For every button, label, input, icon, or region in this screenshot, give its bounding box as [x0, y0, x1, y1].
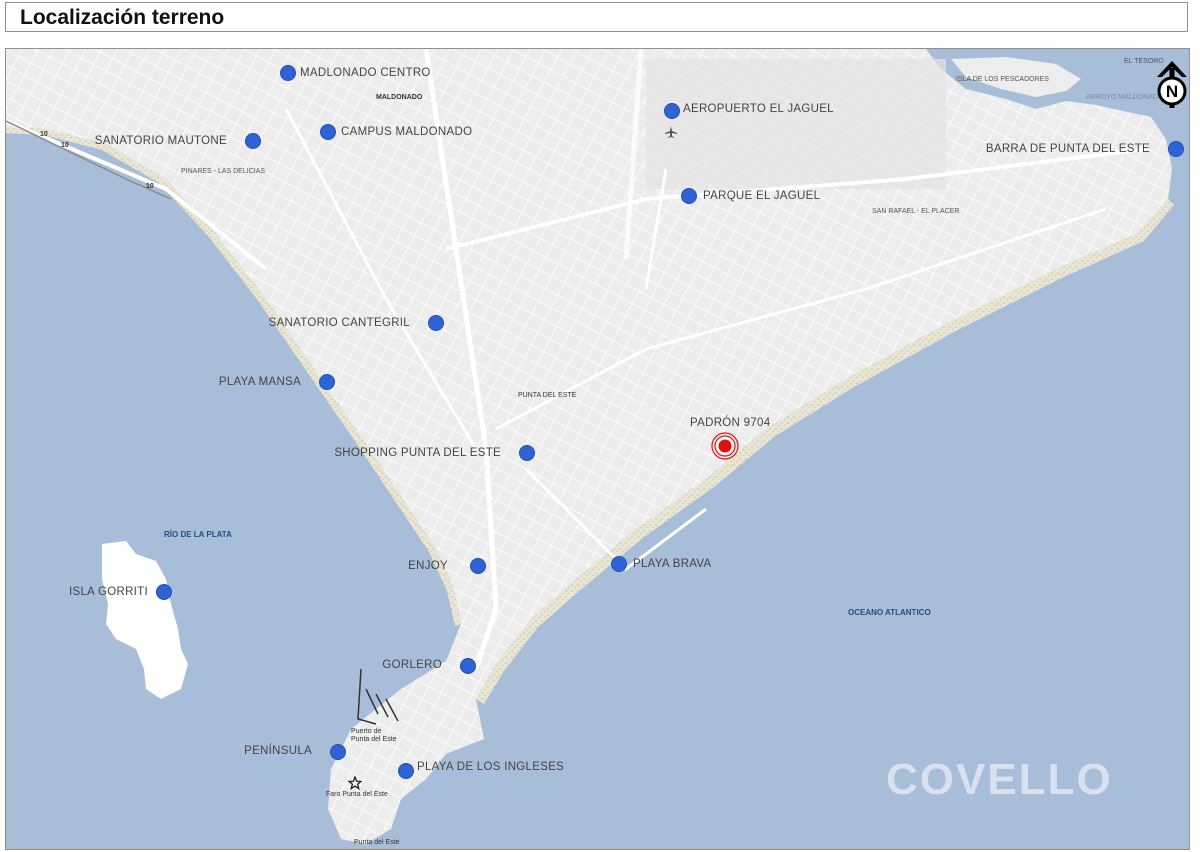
poi-marker-icon[interactable]	[664, 103, 680, 119]
poi-label: PARQUE EL JAGUEL	[703, 190, 821, 202]
label-puerto-line1: Puerto de	[351, 728, 382, 735]
poi-marker-icon[interactable]	[611, 556, 627, 572]
title-bar: Localización terreno	[5, 2, 1188, 32]
poi-marker-icon[interactable]	[280, 65, 296, 81]
poi-label: PENÍNSULA	[244, 745, 312, 757]
label-rio-de-la-plata: RÍO DE LA PLATA	[164, 530, 232, 539]
airport-icon	[665, 126, 677, 138]
poi-marker-icon[interactable]	[320, 124, 336, 140]
poi-marker-icon[interactable]	[470, 558, 486, 574]
poi-label: GORLERO	[382, 659, 442, 671]
poi-marker-icon[interactable]	[428, 315, 444, 331]
label-faro: Faro Punta del Este	[326, 791, 388, 798]
poi-label: SHOPPING PUNTA DEL ESTE	[334, 447, 501, 459]
poi-marker-icon[interactable]	[681, 188, 697, 204]
label-punta-del-este-city: PUNTA DEL ESTE	[518, 392, 577, 399]
label-arroyo-maldonado: ARROYO MALDONADO	[1086, 94, 1164, 101]
poi-label: SANATORIO MAUTONE	[94, 135, 227, 147]
route-10-label-a: 10	[40, 131, 48, 138]
target-marker-icon[interactable]	[710, 431, 740, 461]
poi-marker-icon[interactable]	[1168, 141, 1184, 157]
watermark-logo: COVELLO	[886, 755, 1113, 804]
poi-label: MADLONADO CENTRO	[300, 67, 431, 79]
airport-area	[646, 59, 946, 189]
poi-label: ENJOY	[408, 560, 448, 572]
poi-marker-icon[interactable]	[156, 584, 172, 600]
label-punta-del-este-tip: Punta del Este	[354, 839, 400, 846]
poi-label: PLAYA BRAVA	[633, 558, 712, 570]
poi-marker-icon[interactable]	[460, 658, 476, 674]
label-maldonado: MALDONADO	[376, 94, 423, 101]
page-title: Localización terreno	[20, 6, 225, 29]
poi-marker-icon[interactable]	[319, 374, 335, 390]
poi-label: PLAYA MANSA	[218, 376, 301, 388]
label-san-rafael: SAN RAFAEL - EL PLACER	[872, 208, 960, 215]
north-arrow-icon: N	[1157, 61, 1187, 108]
label-isla-de-los-pescadores: ISLA DE LOS PESCADORES	[956, 76, 1049, 83]
poi-label: PLAYA DE LOS INGLESES	[417, 761, 565, 773]
poi-marker-icon[interactable]	[245, 133, 261, 149]
poi-marker-icon[interactable]	[519, 445, 535, 461]
target-label: PADRÓN 9704	[690, 417, 771, 429]
label-puerto-line2: Punta del Este	[351, 736, 397, 743]
route-10-label-c: 10	[146, 183, 154, 190]
poi-label: ISLA GORRITI	[68, 586, 148, 598]
label-pinares: PINARES - LAS DELICIAS	[181, 168, 266, 175]
poi-marker-icon[interactable]	[330, 744, 346, 760]
lighthouse-icon	[348, 776, 362, 790]
poi-label: SANATORIO CANTEGRIL	[268, 317, 410, 329]
poi-label: AEROPUERTO EL JAGUEL	[683, 103, 834, 115]
route-10-label-b: 10	[61, 142, 69, 149]
poi-marker-icon[interactable]	[398, 763, 414, 779]
map-frame[interactable]: MALDONADO PINARES - LAS DELICIAS SAN RAF…	[5, 48, 1190, 850]
poi-label: CAMPUS MALDONADO	[341, 126, 473, 138]
label-oceano-atlantico: OCEANO ATLANTICO	[848, 608, 931, 617]
north-label: N	[1166, 82, 1178, 101]
poi-label: BARRA DE PUNTA DEL ESTE	[985, 143, 1150, 155]
